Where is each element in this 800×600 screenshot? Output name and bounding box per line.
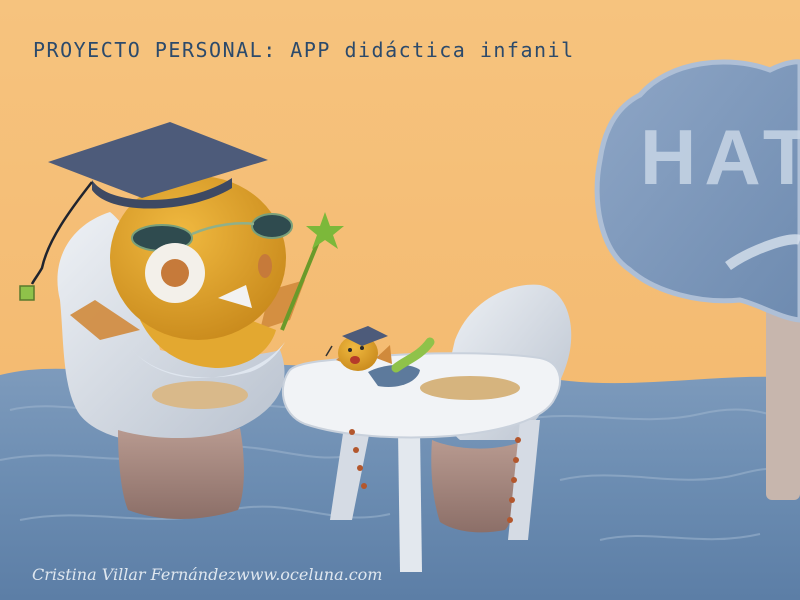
- website-link[interactable]: www.oceluna.com: [236, 565, 382, 584]
- scene-illustration: [0, 0, 800, 600]
- author-credit: Cristina Villar Fernández: [32, 565, 237, 584]
- page-title: PROYECTO PERSONAL: APP didáctica infanil: [33, 38, 575, 62]
- small-chair-stump: [431, 440, 521, 533]
- sign-post: [766, 300, 800, 500]
- sign-text: HAT: [640, 113, 800, 201]
- big-chair-stump: [118, 428, 244, 519]
